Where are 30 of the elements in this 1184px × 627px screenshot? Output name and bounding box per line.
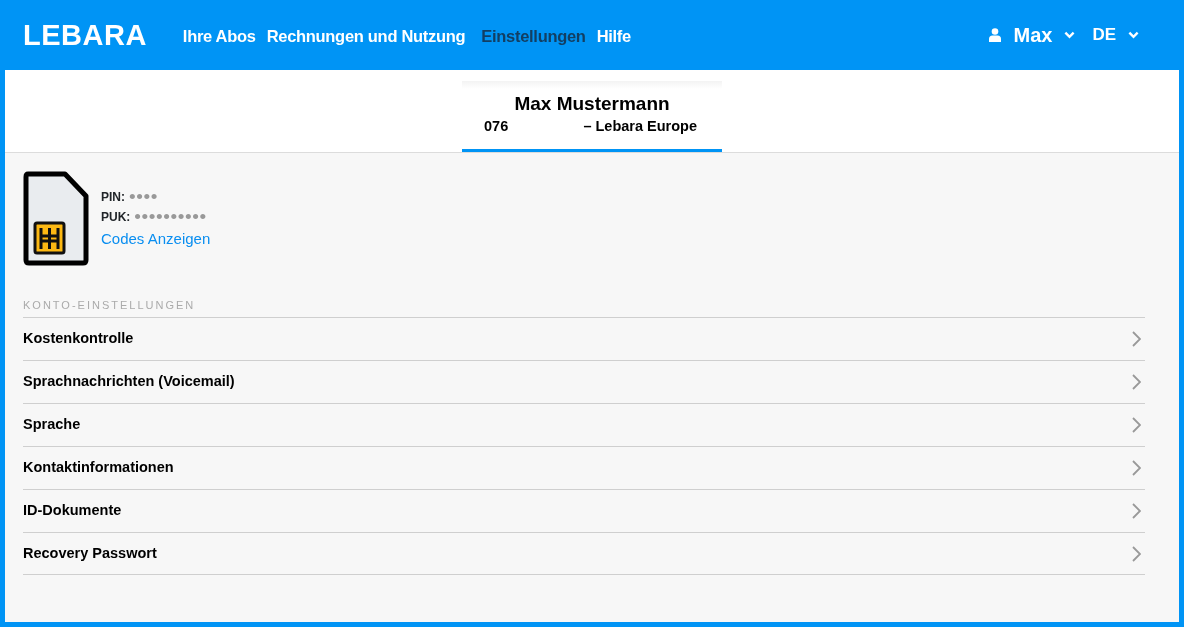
logo[interactable]: LEBARA xyxy=(23,20,147,50)
chevron-right-icon xyxy=(1132,417,1141,434)
show-codes-link[interactable]: Codes Anzeigen xyxy=(101,230,211,247)
nav-link[interactable]: Ihre Abos xyxy=(182,23,256,49)
section-heading: KONTO-EINSTELLUNGEN xyxy=(23,299,197,313)
nav-link[interactable]: Rechnungen und Nutzung xyxy=(266,23,466,49)
nav-link[interactable]: Einstellungen xyxy=(481,23,586,49)
chevron-right-icon xyxy=(1132,374,1141,391)
nav-link[interactable]: Hilfe xyxy=(596,23,631,49)
chevron-right-icon xyxy=(1132,331,1141,348)
sim-card-icon xyxy=(23,171,89,266)
user-menu-button[interactable]: Max xyxy=(989,20,1076,50)
pin-label: PIN: xyxy=(101,191,125,203)
settings-link[interactable]: Sprache xyxy=(23,403,1145,447)
account-tab[interactable]: Max Mustermann 076 – Lebara Europe xyxy=(462,81,722,152)
language-menu-button[interactable]: DE xyxy=(1092,22,1139,48)
chevron-down-icon xyxy=(1128,31,1139,39)
settings-link[interactable]: Kontaktinformationen xyxy=(23,446,1145,490)
chevron-right-icon xyxy=(1132,545,1141,562)
user-icon xyxy=(989,28,1002,42)
settings-link[interactable]: ID-Dokumente xyxy=(23,489,1145,533)
chevron-down-icon xyxy=(1064,31,1076,39)
settings-link[interactable]: Recovery Passwort xyxy=(23,532,1145,576)
settings-link[interactable]: Sprachnachrichten (Voicemail) xyxy=(23,360,1145,404)
puk-label: PUK: xyxy=(101,211,131,223)
puk-value: •••••••••• xyxy=(134,212,207,222)
pin-value: •••• xyxy=(129,192,158,202)
chevron-right-icon xyxy=(1132,460,1141,477)
settings-link[interactable]: Kostenkontrolle xyxy=(23,317,1145,361)
chevron-right-icon xyxy=(1132,503,1141,520)
